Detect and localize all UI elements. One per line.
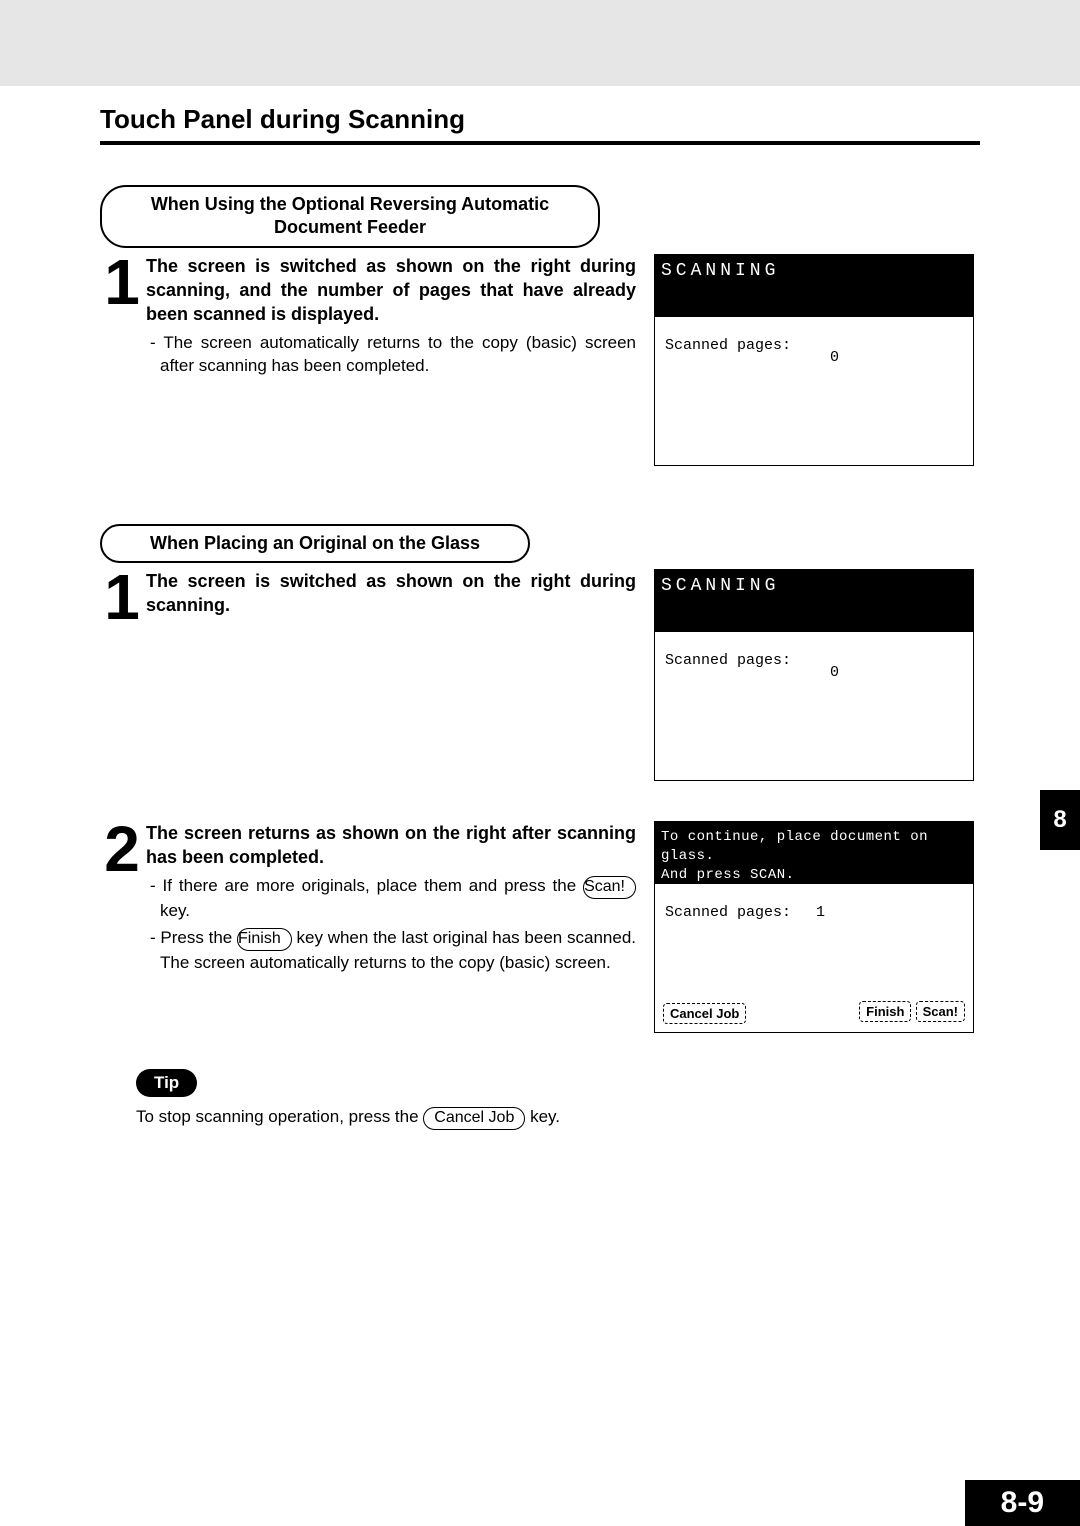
scan-button[interactable]: Scan!: [916, 1001, 965, 1022]
cancel-job-key: Cancel Job: [423, 1107, 525, 1130]
panel2-header: SCANNING: [655, 570, 973, 632]
tip-text-b: key.: [530, 1107, 560, 1126]
pill-adf: When Using the Optional Reversing Automa…: [100, 185, 600, 248]
panel1-label: Scanned pages:: [665, 337, 791, 354]
step-number-1: 1: [100, 254, 144, 312]
step-g2-number: 2: [100, 821, 144, 879]
panel3-header: To continue, place document on glass. An…: [655, 822, 973, 884]
section-glass: When Placing an Original on the Glass 1 …: [100, 524, 980, 1130]
page-content: Touch Panel during Scanning When Using t…: [0, 104, 1080, 1130]
panel2-count: 0: [830, 664, 839, 681]
pill-adf-text: When Using the Optional Reversing Automa…: [126, 193, 574, 240]
step-g2-bold: The screen returns as shown on the right…: [146, 821, 636, 870]
tip-text: To stop scanning operation, press the Ca…: [136, 1107, 980, 1130]
section-adf: When Using the Optional Reversing Automa…: [100, 185, 980, 466]
panel-scanning-1: SCANNING Scanned pages: 0: [654, 254, 974, 466]
panel3-body: Scanned pages: 1 Cancel Job Finish Scan!: [655, 884, 973, 1032]
panel-scanning-2: SCANNING Scanned pages: 0: [654, 569, 974, 781]
panel1-body: Scanned pages: 0: [655, 317, 973, 465]
step-g2-sub1: - If there are more originals, place the…: [146, 874, 636, 923]
cancel-job-button[interactable]: Cancel Job: [663, 1003, 746, 1024]
step-1-sub: - The screen automatically returns to th…: [146, 331, 636, 379]
tip-badge: Tip: [136, 1069, 197, 1097]
step-g2-sub1b: key.: [160, 901, 190, 920]
panel1-header: SCANNING: [655, 255, 973, 317]
step-g1-text: The screen is switched as shown on the r…: [146, 569, 636, 618]
panel3-msg2: And press SCAN.: [661, 866, 967, 885]
panel3-msg1: To continue, place document on glass.: [661, 828, 967, 866]
panel3-buttons: Cancel Job Finish Scan!: [663, 1003, 965, 1024]
chapter-tab: 8: [1040, 790, 1080, 850]
finish-key: Finish: [237, 928, 292, 951]
panel1-count: 0: [830, 349, 839, 366]
step-1-text: The screen is switched as shown on the r…: [146, 254, 636, 378]
step-g2-sub2a: - Press the: [150, 928, 237, 947]
panel3-count: 1: [816, 904, 825, 921]
panel-continue: To continue, place document on glass. An…: [654, 821, 974, 1033]
page-title: Touch Panel during Scanning: [100, 104, 980, 135]
step-g2-text: The screen returns as shown on the right…: [146, 821, 636, 975]
step-g1-bold: The screen is switched as shown on the r…: [146, 569, 636, 618]
tip-text-a: To stop scanning operation, press the: [136, 1107, 423, 1126]
title-rule: [100, 141, 980, 145]
step-g2-sub2: - Press the Finish key when the last ori…: [146, 926, 636, 975]
panel3-label: Scanned pages:: [665, 904, 791, 921]
step-g2-row: 2 The screen returns as shown on the rig…: [100, 821, 980, 1033]
step-g2-sub1a: - If there are more originals, place the…: [150, 876, 583, 895]
panel2-body: Scanned pages: 0: [655, 632, 973, 780]
finish-button[interactable]: Finish: [859, 1001, 911, 1022]
step-g1-row: 1 The screen is switched as shown on the…: [100, 569, 980, 781]
step-1-bold: The screen is switched as shown on the r…: [146, 254, 636, 327]
top-gray-bar: [0, 0, 1080, 86]
step-g1-number: 1: [100, 569, 144, 627]
pill-glass-text: When Placing an Original on the Glass: [150, 532, 480, 555]
step-1-row: 1 The screen is switched as shown on the…: [100, 254, 980, 466]
pill-glass: When Placing an Original on the Glass: [100, 524, 530, 563]
page-number: 8-9: [965, 1480, 1080, 1526]
scan-key: Scan!: [583, 876, 636, 899]
panel2-label: Scanned pages:: [665, 652, 791, 669]
